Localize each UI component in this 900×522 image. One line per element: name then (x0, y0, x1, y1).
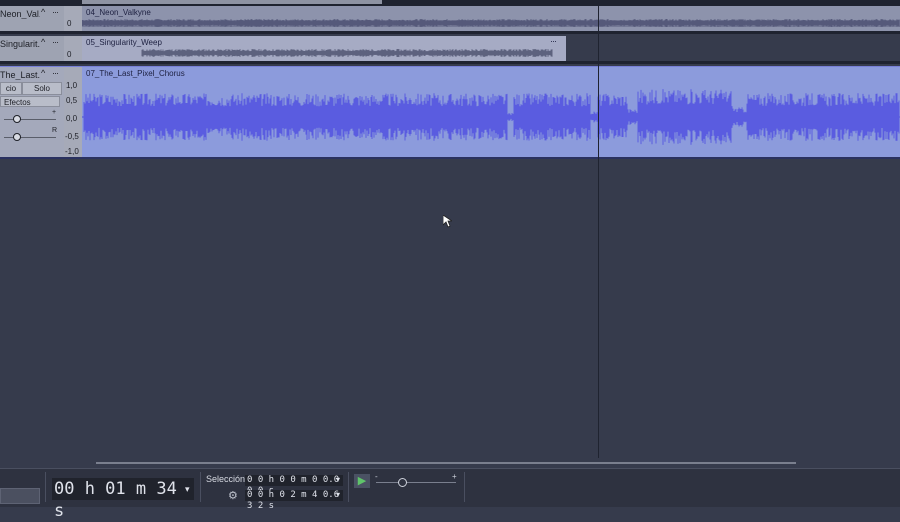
track-scale: 1,0 0,5 0,0 -0,5 -1,0 (64, 67, 82, 157)
effects-button[interactable]: Efectos (0, 96, 60, 107)
play-at-speed-button[interactable]: ▶ (354, 474, 370, 488)
selection-end-field[interactable]: 0 0 h 0 2 m 4 0.6 3 2 s (245, 490, 343, 511)
track-name[interactable]: Neon_Val... (0, 9, 40, 19)
speed-plus-label: + (452, 472, 457, 481)
audio-clip[interactable]: 07_The_Last_Pixel_Chorus (82, 67, 900, 157)
mute-button[interactable]: cio (0, 82, 22, 95)
selection-start-field[interactable]: 0 0 h 0 0 m 0 0.0 0 0 s (245, 475, 343, 496)
project-rate-select[interactable] (0, 488, 40, 504)
gain-slider-track[interactable] (4, 119, 56, 120)
selection-label: Selección (206, 474, 246, 484)
scale-tick: -1,0 (65, 147, 79, 156)
collapse-icon[interactable]: ^ (41, 37, 45, 47)
gear-icon[interactable]: ⚙ (228, 489, 238, 502)
separator (45, 472, 46, 502)
time-display[interactable]: 00 h 01 m 34 s (52, 478, 194, 521)
separator (464, 472, 465, 502)
track-name[interactable]: Singularit... (0, 39, 40, 49)
waveform (82, 89, 900, 145)
chevron-down-icon[interactable]: ▾ (185, 484, 190, 495)
track-singularity-weep[interactable]: Singularit... ^ ··· 0 05_Singularity_Wee… (0, 36, 900, 64)
track-name[interactable]: The_Last... (0, 70, 40, 80)
pan-slider-track[interactable] (4, 137, 56, 138)
scale-tick: -0,5 (65, 132, 79, 141)
track-menu-icon[interactable]: ··· (52, 7, 59, 17)
gain-plus-label: + (52, 109, 57, 116)
pan-slider-knob[interactable] (13, 133, 21, 141)
chevron-down-icon[interactable]: ▾ (336, 475, 340, 484)
audio-clip[interactable]: 05_Singularity_Weep ··· (82, 36, 566, 61)
track-scale: 0 (64, 6, 82, 31)
track-last-pixel-chorus[interactable]: The_Last... ^ ··· cio Solo Efectos + R 1… (0, 66, 900, 159)
gain-slider-knob[interactable] (13, 115, 21, 123)
mouse-pointer-icon (443, 215, 452, 228)
scale-tick: 1,0 (66, 81, 78, 90)
track-header[interactable]: Singularit... ^ ··· (0, 36, 64, 61)
scale-tick: 0,0 (66, 114, 78, 123)
track-scale: 0 (64, 36, 82, 61)
playhead-line[interactable] (598, 6, 599, 458)
separator (348, 472, 349, 502)
audio-clip[interactable]: 04_Neon_Valkyne (82, 6, 900, 31)
separator (200, 472, 201, 502)
track-neon-valkyrie[interactable]: Neon_Val... ^ ··· 0 04_Neon_Valkyne (0, 6, 900, 34)
chevron-down-icon[interactable]: ▾ (336, 490, 340, 499)
solo-button[interactable]: Solo (22, 82, 62, 95)
previous-clip-edge (82, 0, 382, 4)
waveform (141, 49, 553, 57)
track-header[interactable]: The_Last... ^ ··· cio Solo Efectos + R (0, 67, 64, 157)
collapse-icon[interactable]: ^ (41, 68, 45, 78)
playback-speed-slider[interactable] (376, 482, 456, 483)
track-menu-icon[interactable]: ··· (52, 37, 59, 47)
speed-minus-label: - (375, 472, 378, 481)
collapse-icon[interactable]: ^ (41, 7, 45, 17)
pan-right-label: R (52, 127, 58, 134)
waveform (82, 19, 900, 27)
track-menu-icon[interactable]: ··· (52, 68, 59, 78)
scrollbar-thumb[interactable] (96, 462, 796, 464)
scale-tick: 0 (67, 19, 72, 28)
horizontal-scrollbar[interactable] (0, 458, 900, 468)
track-header[interactable]: Neon_Val... ^ ··· (0, 6, 64, 31)
playback-speed-knob[interactable] (398, 478, 407, 487)
scale-tick: 0,5 (66, 96, 78, 105)
scale-tick: 0 (67, 50, 72, 59)
